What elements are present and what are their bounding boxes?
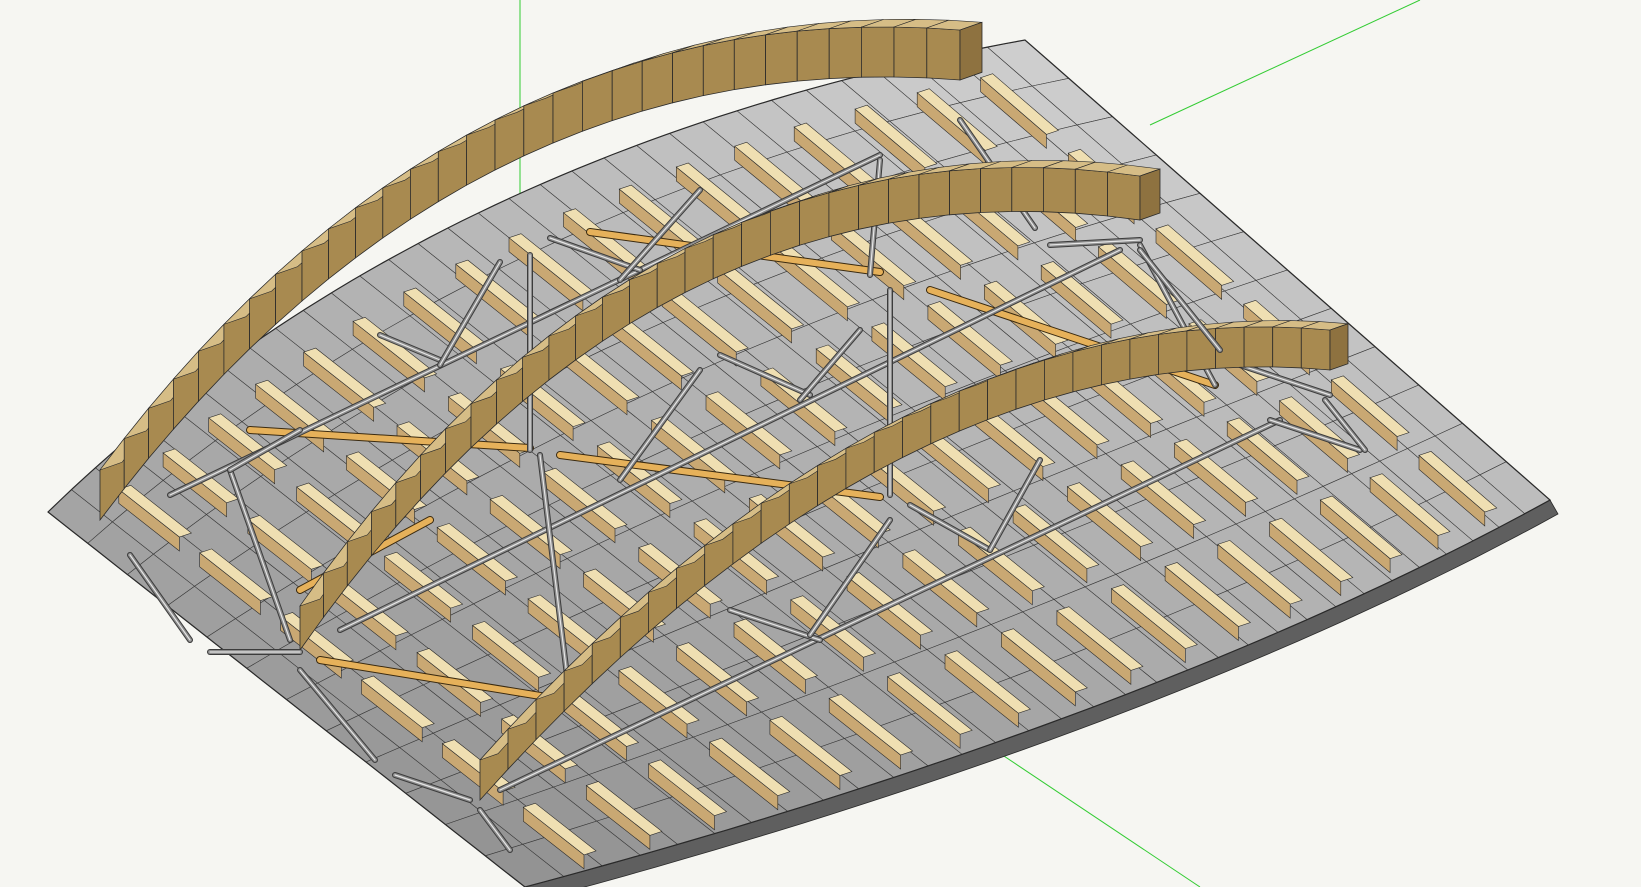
voussoir-face bbox=[611, 60, 643, 122]
voussoir-face bbox=[799, 192, 830, 246]
voussoir-face bbox=[523, 92, 554, 157]
voussoir-face bbox=[1072, 344, 1102, 393]
model-viewport[interactable] bbox=[0, 0, 1641, 887]
voussoir-face bbox=[828, 184, 859, 238]
voussoir-face bbox=[1158, 330, 1188, 375]
voussoir-face bbox=[796, 28, 830, 82]
roof-model-scene bbox=[47, 0, 1559, 887]
voussoir-face bbox=[641, 52, 673, 112]
voussoir-face bbox=[1243, 326, 1274, 368]
arch-end-cap bbox=[1329, 323, 1349, 371]
voussoir-face bbox=[1044, 351, 1074, 401]
voussoir-face bbox=[494, 105, 525, 171]
voussoir-face bbox=[552, 80, 583, 144]
voussoir-face bbox=[1043, 167, 1076, 214]
voussoir-face bbox=[1011, 167, 1044, 213]
voussoir-face bbox=[1074, 168, 1108, 217]
voussoir-face bbox=[733, 34, 766, 91]
voussoir-face bbox=[926, 27, 961, 81]
voussoir-face bbox=[918, 170, 950, 219]
voussoir-face bbox=[672, 45, 704, 104]
voussoir-face bbox=[888, 173, 920, 224]
voussoir-face bbox=[861, 26, 895, 78]
voussoir-face bbox=[1300, 327, 1331, 371]
voussoir-face bbox=[828, 26, 862, 80]
arch-end-cap bbox=[959, 21, 983, 81]
voussoir-face bbox=[858, 178, 889, 230]
voussoir-face bbox=[893, 26, 928, 79]
voussoir-face bbox=[1107, 171, 1141, 221]
voussoir-face bbox=[702, 39, 735, 97]
arch-end-cap bbox=[1139, 168, 1161, 221]
voussoir-face bbox=[1101, 338, 1131, 386]
voussoir-face bbox=[1272, 326, 1302, 369]
voussoir-face bbox=[1129, 333, 1159, 380]
voussoir-face bbox=[980, 167, 1013, 213]
voussoir-face bbox=[765, 30, 798, 86]
axis-line-diagonal-upper bbox=[1149, 0, 1421, 126]
voussoir-face bbox=[949, 168, 981, 216]
